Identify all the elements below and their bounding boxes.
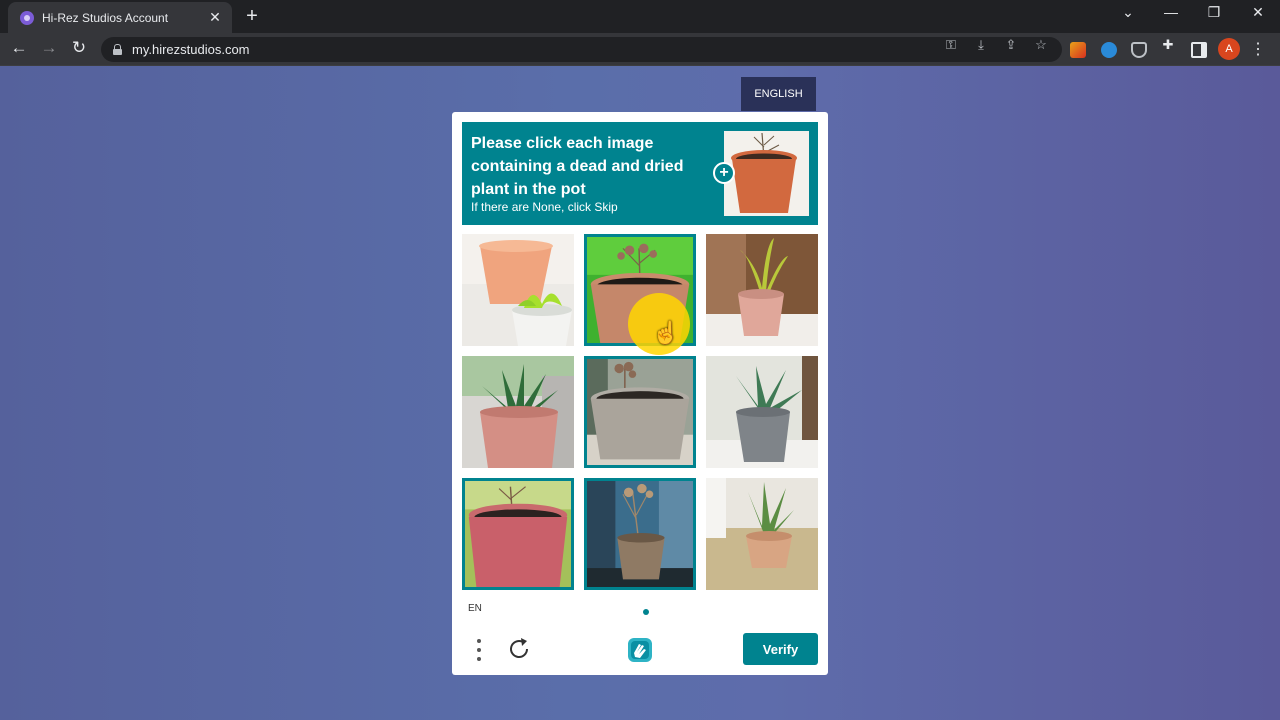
verify-button[interactable]: Verify — [743, 633, 818, 665]
menu-icon[interactable] — [471, 636, 487, 664]
captcha-prompt: Please click each image containing a dea… — [462, 122, 818, 225]
hcaptcha-logo-icon[interactable] — [625, 635, 655, 665]
image-tile-4[interactable] — [462, 356, 574, 468]
close-window-button[interactable]: ✕ — [1243, 4, 1273, 21]
back-button[interactable]: ← — [8, 38, 30, 58]
prompt-title: Please click each image containing a dea… — [471, 135, 684, 198]
sidepanel-icon[interactable] — [1191, 42, 1207, 58]
image-tile-3[interactable] — [706, 234, 818, 346]
refresh-icon[interactable] — [507, 637, 531, 661]
image-tile-8[interactable] — [584, 478, 696, 590]
browser-titlebar: Hi-Rez Studios Account ✕ + ⌄ — ❐ ✕ — [0, 0, 1280, 33]
image-tile-6[interactable] — [706, 356, 818, 468]
language-code[interactable]: EN — [468, 603, 482, 614]
profile-avatar[interactable]: A — [1218, 38, 1240, 60]
address-bar[interactable]: my.hirezstudios.com — [101, 37, 1062, 62]
forward-button[interactable]: → — [38, 38, 60, 58]
shield-ext-icon[interactable] — [1131, 42, 1147, 58]
browser-toolbar: ← → ↻ my.hirezstudios.com ⚿ ⤓ ⇪ ☆ ✚ A ⋮ — [0, 33, 1280, 66]
tab-close-icon[interactable]: ✕ — [204, 9, 226, 26]
image-tile-7[interactable] — [462, 478, 574, 590]
minimize-button[interactable]: — — [1156, 4, 1186, 20]
reload-button[interactable]: ↻ — [68, 38, 90, 58]
tab-search-icon[interactable]: ⌄ — [1113, 4, 1143, 21]
image-tile-1[interactable] — [462, 234, 574, 346]
tab-title: Hi-Rez Studios Account — [42, 10, 169, 25]
page-indicator — [643, 609, 649, 615]
restore-button[interactable]: ❐ — [1199, 4, 1229, 21]
example-image — [724, 131, 809, 216]
hand-cursor-icon: ☝ — [652, 320, 680, 345]
language-button[interactable]: ENGLISH — [741, 77, 816, 111]
hirez-favicon-icon — [20, 10, 34, 25]
prompt-subtitle: If there are None, click Skip — [471, 200, 618, 214]
lock-icon — [113, 44, 122, 55]
zoom-icon[interactable]: + — [713, 162, 735, 184]
ext-1-icon[interactable] — [1070, 42, 1086, 58]
image-tile-5[interactable] — [584, 356, 696, 468]
image-tile-9[interactable] — [706, 478, 818, 590]
ext-2-icon[interactable] — [1101, 42, 1117, 58]
url-text: my.hirezstudios.com — [132, 42, 250, 57]
browser-tab[interactable]: Hi-Rez Studios Account ✕ — [8, 2, 232, 33]
puzzle-icon[interactable]: ✚ — [1159, 37, 1177, 53]
bookmark-star-icon[interactable]: ☆ — [1032, 37, 1050, 53]
install-icon[interactable]: ⤓ — [972, 37, 990, 53]
share-icon[interactable]: ⇪ — [1002, 37, 1020, 53]
new-tab-button[interactable]: + — [240, 5, 264, 28]
browser-menu-icon[interactable]: ⋮ — [1250, 39, 1266, 59]
captcha-dialog: Please click each image containing a dea… — [452, 112, 828, 675]
key-icon[interactable]: ⚿ — [942, 37, 960, 53]
